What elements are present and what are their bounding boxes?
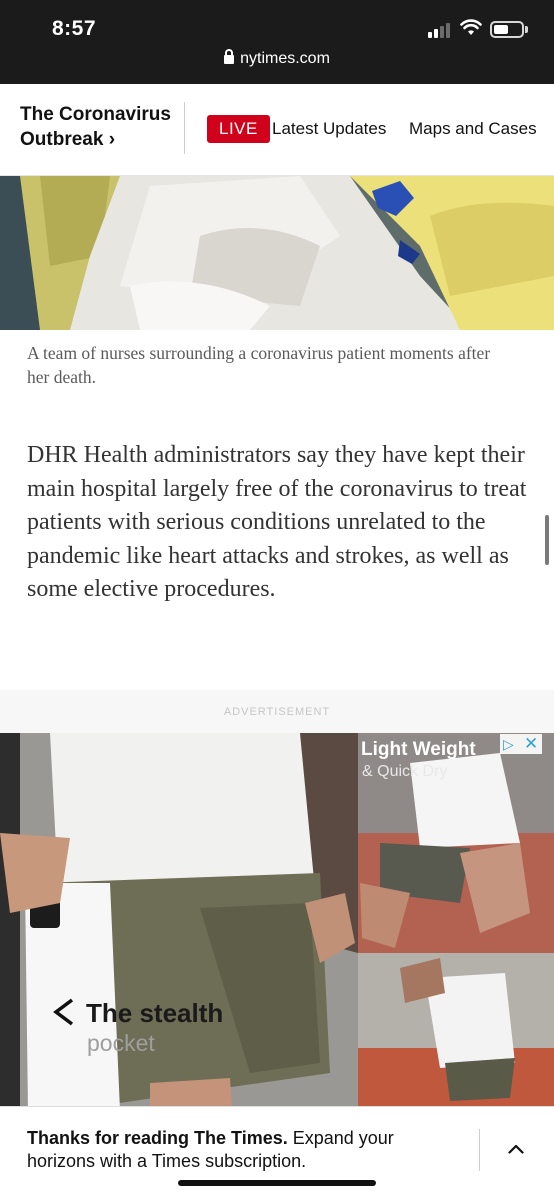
maps-and-cases-link[interactable]: Maps and Cases (409, 119, 537, 139)
status-time: 8:57 (52, 17, 97, 40)
subscribe-message-bold: Thanks for reading The Times. (27, 1128, 288, 1148)
chevron-up-icon[interactable] (508, 1141, 524, 1157)
wifi-icon (460, 19, 482, 35)
battery-nub (525, 26, 528, 33)
ad-subline-top: & Quick Dry (362, 763, 447, 780)
home-indicator[interactable] (178, 1180, 376, 1186)
advertisement-label: ADVERTISEMENT (223, 706, 331, 718)
ad-close-button[interactable]: ▷ ✕ (500, 734, 542, 754)
subscribe-divider (479, 1129, 480, 1171)
close-icon[interactable]: ✕ (524, 734, 538, 754)
advertisement[interactable]: ADVERTISEMENT Light Weight & Quick Dry T… (0, 690, 554, 1110)
status-bar: 8:57 nytimes.com (0, 0, 554, 84)
scrollbar[interactable] (545, 515, 549, 565)
url-text: nytimes.com (240, 50, 330, 67)
cellular-signal-icon (428, 22, 452, 38)
section-title-link[interactable]: The Coronavirus Outbreak › (20, 102, 180, 152)
article-photo (0, 176, 554, 330)
subscribe-message[interactable]: Thanks for reading The Times. Expand you… (27, 1127, 447, 1173)
latest-updates-link[interactable]: Latest Updates (272, 119, 386, 139)
battery-icon (490, 21, 524, 38)
lock-icon (224, 49, 235, 64)
ad-image[interactable]: Light Weight & Quick Dry The stealth poc… (0, 733, 554, 1110)
nav-divider (184, 102, 185, 154)
ad-subline-main: pocket (87, 1030, 155, 1056)
section-nav: The Coronavirus Outbreak › LIVE Latest U… (0, 84, 554, 176)
ad-headline-top: Light Weight (361, 739, 476, 760)
article-paragraph: DHR Health administrators say they have … (27, 442, 527, 602)
ad-headline-main: The stealth (86, 998, 223, 1028)
adchoices-icon[interactable]: ▷ (503, 736, 514, 753)
url-bar[interactable]: nytimes.com (0, 49, 554, 78)
photo-caption: A team of nurses surrounding a coronavir… (27, 343, 491, 387)
live-badge[interactable]: LIVE (207, 115, 270, 143)
